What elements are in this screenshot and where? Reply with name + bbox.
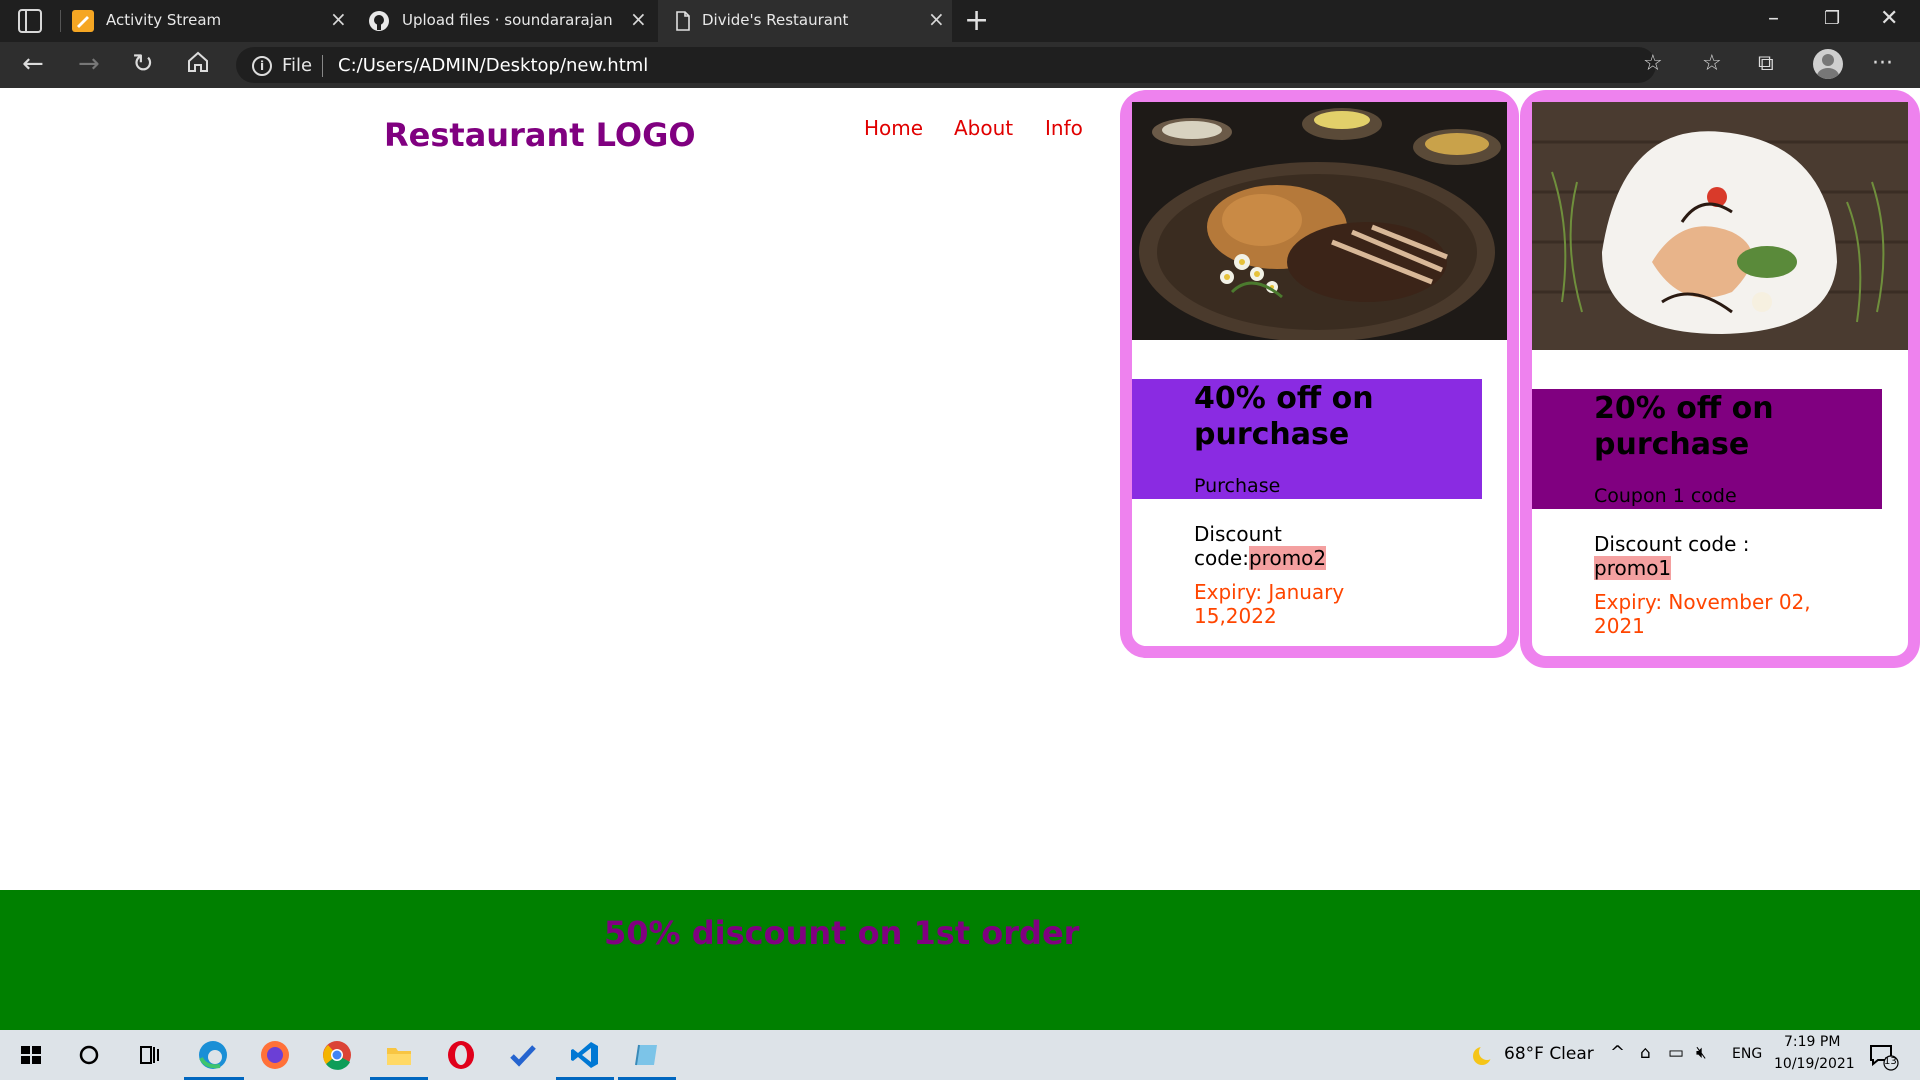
tab-title: Divide's Restaurant	[702, 11, 849, 29]
nav-about-link[interactable]: About	[954, 116, 1013, 140]
start-icon[interactable]	[14, 1038, 48, 1072]
edge-icon[interactable]	[196, 1038, 230, 1072]
tab-divides-restaurant[interactable]: Divide's Restaurant ×	[658, 0, 952, 42]
discount-label: Discount code :	[1594, 532, 1750, 556]
offer-subtitle: Coupon 1 code	[1594, 485, 1737, 507]
todo-icon[interactable]	[506, 1038, 540, 1072]
search-icon[interactable]	[72, 1038, 106, 1072]
discount-code-text: Discount code:promo2	[1194, 522, 1344, 570]
offer-box: 20% off on purchase Coupon 1 code	[1532, 389, 1882, 509]
tab-upload-files[interactable]: Upload files · soundararajanvign ×	[368, 0, 648, 42]
new-tab-icon[interactable]: +	[964, 4, 989, 38]
info-icon[interactable]: i	[252, 56, 272, 76]
volume-muted-icon[interactable]: 🔇︎	[1696, 1043, 1707, 1063]
collections-icon[interactable]: ⧉	[1758, 51, 1774, 77]
file-explorer-icon[interactable]	[382, 1038, 416, 1072]
offer-subtitle: Purchase	[1194, 475, 1281, 497]
windows-taskbar: 68°F Clear ^ ⌂ ▭ 🔇︎ ENG 7:19 PM 10/19/20…	[0, 1030, 1920, 1080]
url-separator	[322, 55, 323, 77]
address-toolbar: ← → ↻ i File C:/Users/ADMIN/Desktop/new.…	[0, 42, 1920, 88]
close-tab-icon[interactable]: ×	[928, 9, 945, 29]
address-bar[interactable]: i File C:/Users/ADMIN/Desktop/new.html	[236, 47, 1656, 83]
vscode-icon[interactable]	[568, 1038, 602, 1072]
tab-title: Activity Stream	[106, 11, 222, 29]
minimize-icon[interactable]: –	[1768, 4, 1779, 34]
weather-text[interactable]: 68°F Clear	[1504, 1044, 1594, 1064]
profile-avatar-icon[interactable]	[1813, 49, 1843, 79]
moon-icon	[1466, 1038, 1500, 1072]
food-image-salmon-plate	[1532, 102, 1908, 350]
food-image-fried-chicken	[1132, 102, 1507, 340]
home-icon[interactable]	[186, 49, 210, 82]
close-tab-icon[interactable]: ×	[330, 9, 347, 29]
browser-tab-bar: Activity Stream × Upload files · soundar…	[0, 0, 1920, 42]
notepad-icon	[72, 10, 94, 32]
battery-icon[interactable]: ▭	[1668, 1043, 1684, 1063]
expiry-date: Expiry: November 02, 2021	[1594, 590, 1811, 638]
refresh-icon[interactable]: ↻	[132, 49, 154, 79]
forward-icon[interactable]: →	[78, 49, 100, 79]
tab-actions-icon[interactable]	[18, 9, 42, 33]
clock-time[interactable]: 7:19 PM	[1784, 1034, 1840, 1050]
tab-separator	[60, 10, 61, 32]
tab-activity-stream[interactable]: Activity Stream ×	[72, 0, 352, 42]
close-tab-icon[interactable]: ×	[630, 9, 647, 29]
offer-title: 40% off on purchase	[1194, 381, 1374, 452]
more-options-icon[interactable]: ···	[1872, 51, 1893, 77]
chevron-up-icon[interactable]: ^	[1610, 1042, 1625, 1063]
firefox-icon[interactable]	[258, 1038, 292, 1072]
footer-promo-text: 50% discount on 1st order	[604, 914, 1080, 952]
clock-date[interactable]: 10/19/2021	[1774, 1056, 1855, 1072]
add-favorite-icon[interactable]: ☆	[1643, 51, 1663, 77]
nav-home-link[interactable]: Home	[864, 116, 923, 140]
offer-card: 40% off on purchase Purchase Discount co…	[1120, 90, 1519, 658]
scheme-label: File	[282, 55, 313, 76]
chrome-icon[interactable]	[320, 1038, 354, 1072]
discount-code: promo2	[1248, 546, 1327, 570]
restaurant-logo: Restaurant LOGO	[384, 116, 696, 154]
page-viewport: Restaurant LOGO Home About Info 40% off …	[0, 88, 1920, 1030]
language-indicator[interactable]: ENG	[1732, 1046, 1762, 1062]
opera-icon[interactable]	[444, 1038, 478, 1072]
favorites-icon[interactable]: ☆	[1702, 51, 1722, 77]
task-view-icon[interactable]	[132, 1038, 166, 1072]
offer-card: 20% off on purchase Coupon 1 code Discou…	[1520, 90, 1920, 668]
discount-code: promo1	[1594, 556, 1672, 580]
footer-banner: 50% discount on 1st order	[0, 890, 1920, 1030]
offer-title: 20% off on purchase	[1594, 391, 1774, 462]
github-icon	[368, 10, 390, 32]
app-icon[interactable]	[630, 1038, 664, 1072]
network-icon[interactable]: ⌂	[1640, 1043, 1651, 1063]
restore-icon[interactable]: ❐	[1824, 4, 1840, 34]
expiry-date: Expiry: January 15,2022	[1194, 580, 1345, 628]
notification-count: 13	[1884, 1056, 1897, 1067]
close-window-icon[interactable]: ✕	[1880, 4, 1898, 34]
url-text[interactable]: C:/Users/ADMIN/Desktop/new.html	[338, 55, 648, 76]
page-icon	[672, 10, 694, 32]
back-icon[interactable]: ←	[22, 49, 44, 79]
nav-info-link[interactable]: Info	[1045, 116, 1083, 140]
discount-code-text: Discount code : promo1	[1594, 532, 1794, 580]
tab-title: Upload files · soundararajanvign	[402, 11, 612, 29]
offer-box: 40% off on purchase Purchase	[1132, 379, 1482, 499]
